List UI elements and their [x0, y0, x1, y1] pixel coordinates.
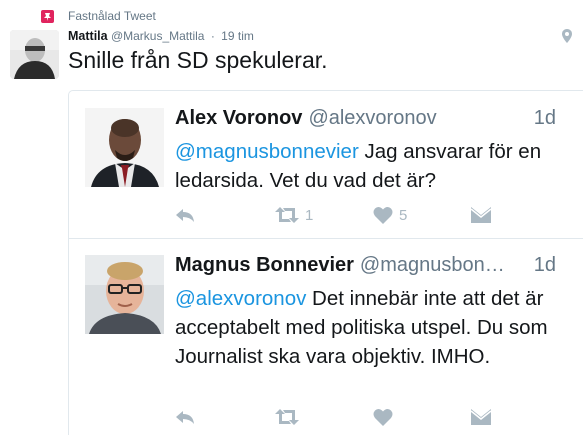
direct-message-icon: [471, 207, 491, 223]
quoted-author-avatar[interactable]: [85, 255, 164, 334]
like-button[interactable]: 5: [373, 203, 407, 227]
direct-message-button[interactable]: [471, 203, 491, 227]
quoted-tweets-card[interactable]: Alex Voronov @alexvoronov 1d @magnusbonne…: [68, 90, 583, 435]
location-pin-icon[interactable]: [562, 29, 572, 48]
mention-link[interactable]: @magnusbonnevier: [175, 140, 359, 163]
reply-icon: [176, 209, 194, 222]
pinned-label: Fastnålad Tweet: [68, 9, 156, 23]
tweet-header: Mattila @Markus_Mattila · 19 tim: [68, 29, 254, 43]
quoted-tweet[interactable]: Alex Voronov @alexvoronov 1d @magnusbonne…: [69, 91, 583, 239]
direct-message-button[interactable]: [471, 405, 491, 429]
quoted-tweet-time[interactable]: 1d: [534, 254, 556, 277]
direct-message-icon: [471, 409, 491, 425]
pin-icon: [41, 9, 54, 23]
heart-icon: [373, 408, 393, 426]
quoted-author-avatar[interactable]: [85, 108, 164, 187]
tweet-actions: [175, 405, 505, 429]
separator-dot: ·: [210, 29, 215, 43]
author-name[interactable]: Mattila: [68, 29, 108, 43]
author-avatar[interactable]: [10, 30, 59, 79]
quoted-tweet[interactable]: Magnus Bonnevier @magnusbon… 1d @alexvoro…: [69, 239, 583, 436]
pinned-tweet-row: Fastnålad Tweet: [41, 6, 156, 26]
mention-link[interactable]: @alexvoronov: [175, 287, 306, 310]
quoted-author-name[interactable]: Magnus Bonnevier: [175, 254, 354, 276]
quoted-tweet-time[interactable]: 1d: [534, 107, 556, 130]
quoted-tweet-header: Magnus Bonnevier @magnusbon…: [175, 254, 505, 277]
retweet-icon: [275, 409, 299, 425]
tweet-actions: 1 5: [175, 203, 505, 227]
quoted-tweet-text: @alexvoronov Det innebär inte att det är…: [175, 284, 565, 371]
quoted-tweet-header: Alex Voronov @alexvoronov: [175, 107, 437, 130]
retweet-icon: [275, 207, 299, 223]
quoted-author-name[interactable]: Alex Voronov: [175, 107, 302, 129]
like-button[interactable]: [373, 405, 399, 429]
retweet-button[interactable]: 1: [275, 203, 313, 227]
reply-icon: [176, 411, 194, 424]
tweet-time[interactable]: 19 tim: [221, 29, 254, 43]
retweet-button[interactable]: [275, 405, 305, 429]
tweet-text: Snille från SD spekulerar.: [68, 47, 328, 73]
reply-button[interactable]: [175, 405, 195, 429]
like-count: 5: [399, 206, 408, 224]
reply-button[interactable]: [175, 203, 195, 227]
quoted-author-handle[interactable]: @alexvoronov: [308, 107, 436, 129]
retweet-count: 1: [305, 206, 314, 224]
author-handle[interactable]: @Markus_Mattila: [111, 29, 205, 43]
quoted-tweet-text: @magnusbonnevier Jag ansvarar för en led…: [175, 137, 565, 195]
quoted-author-handle[interactable]: @magnusbon…: [360, 254, 505, 276]
heart-icon: [373, 206, 393, 224]
